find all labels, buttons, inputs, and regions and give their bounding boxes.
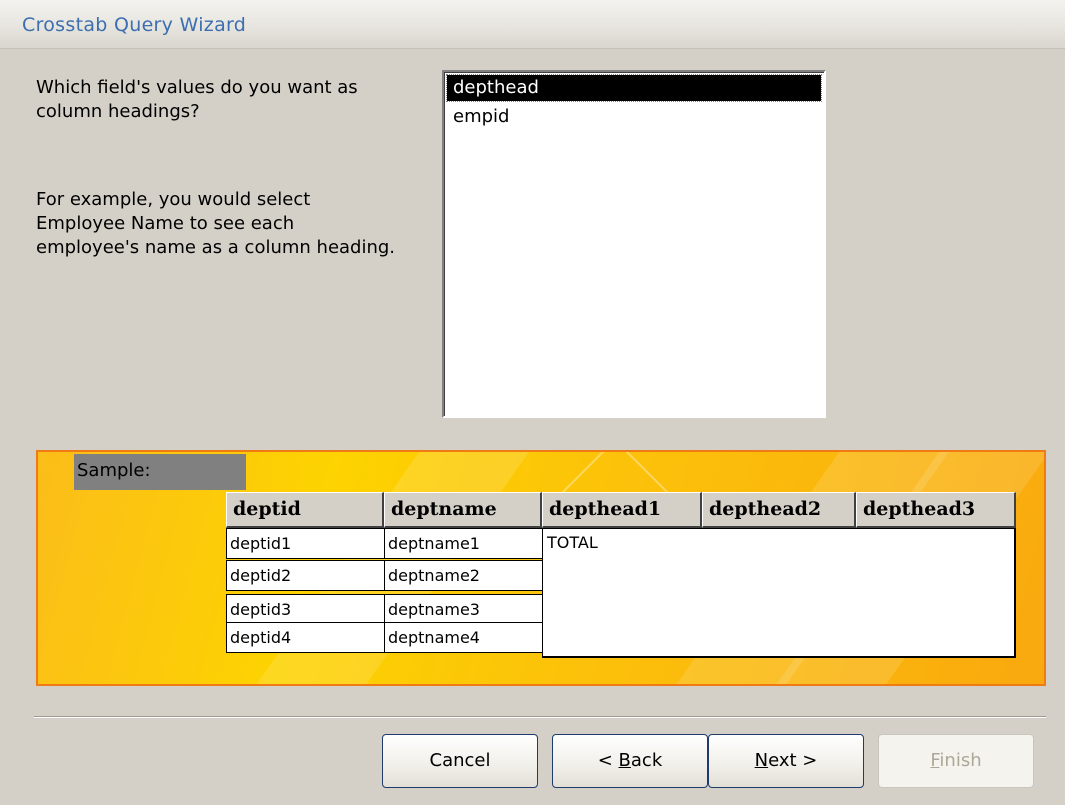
example-line-2: Employee Name to see each [36,213,295,234]
example-line-1: For example, you would select [36,189,311,210]
back-button[interactable]: < Back [552,734,708,788]
sample-cell-deptid3: deptid3 [226,594,385,625]
sample-cell-deptid2: deptid2 [226,560,385,591]
window-title: Crosstab Query Wizard [22,14,247,36]
title-bar: Crosstab Query Wizard [0,0,1065,49]
sample-header-depthead2: depthead2 [702,492,856,528]
sample-header-depthead3: depthead3 [856,492,1016,528]
sample-header-deptid: deptid [226,492,384,528]
example-text: For example, you would select Employee N… [36,188,436,260]
sample-cell-deptname4: deptname4 [384,622,543,653]
button-separator [34,716,1046,718]
list-item-depthead[interactable]: depthead [446,74,822,102]
sample-cell-deptid1: deptid1 [226,528,385,559]
sample-header-deptname: deptname [384,492,542,528]
list-item-empid[interactable]: empid [447,104,821,130]
finish-button[interactable]: Finish [878,734,1034,788]
sample-header-depthead1: depthead1 [542,492,702,528]
sample-preview: Sample: deptid deptname depthead1 depthe… [36,450,1046,686]
sample-label: Sample: [74,454,246,490]
prompt-line-1: Which field's values do you want as [36,77,358,98]
back-label-prefix: < [597,750,619,771]
field-listbox[interactable]: depthead empid [442,70,826,418]
next-button[interactable]: Next > [708,734,864,788]
column-heading-prompt: Which field's values do you want as colu… [36,76,426,124]
finish-label-rest: inish [939,750,982,771]
sample-cell-deptname3: deptname3 [384,594,543,625]
example-line-3: employee's name as a column heading. [36,237,396,258]
prompt-line-2: column headings? [36,101,200,122]
next-label-rest: ext > [768,750,818,771]
sample-total-label: TOTAL [547,533,598,552]
sample-cell-deptname2: deptname2 [384,560,543,591]
sample-cell-deptid4: deptid4 [226,622,385,653]
back-hotkey: B [618,750,631,771]
back-label-rest: ack [630,750,663,771]
next-hotkey: N [754,750,769,771]
sample-cell-deptname1: deptname1 [384,528,543,559]
sample-total-area: TOTAL [542,528,1016,658]
cancel-button[interactable]: Cancel [382,734,538,788]
